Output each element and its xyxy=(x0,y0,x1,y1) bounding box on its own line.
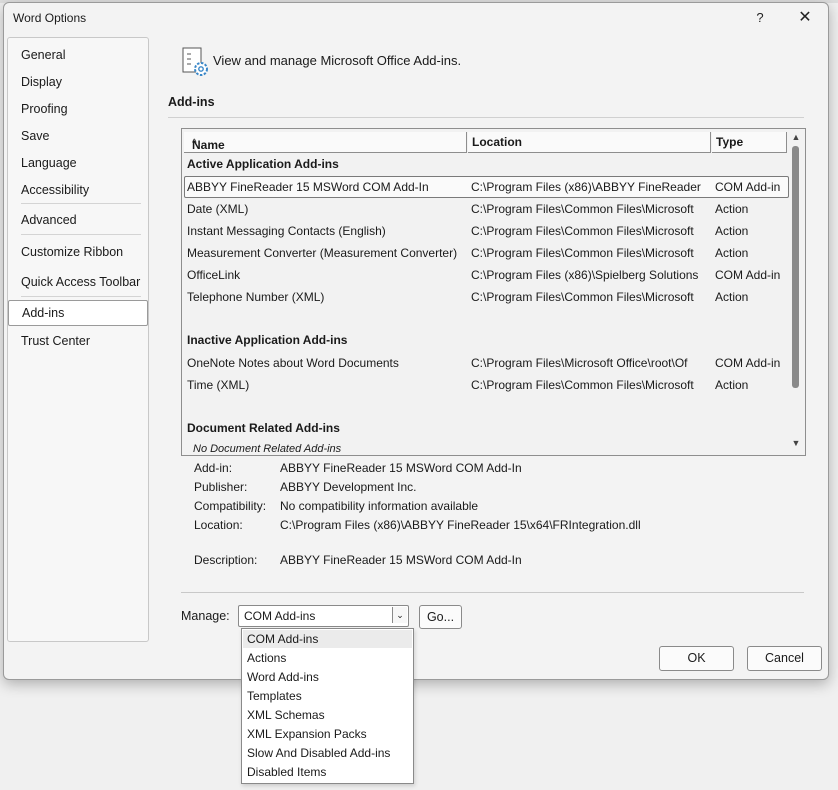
nav-item-language[interactable]: Language xyxy=(8,151,148,175)
manage-divider xyxy=(181,592,804,593)
cell-name: Measurement Converter (Measurement Conve… xyxy=(187,246,458,260)
cell-name: Telephone Number (XML) xyxy=(187,290,325,304)
table-scrollbar[interactable]: ▲ ▼ xyxy=(789,130,803,452)
nav-item-quick-access-toolbar[interactable]: Quick Access Toolbar xyxy=(8,270,148,294)
cell-location: C:\Program Files (x86)\Spielberg Solutio… xyxy=(471,268,699,282)
detail-publisher-label: Publisher: xyxy=(194,480,248,494)
nav-separator xyxy=(21,203,141,204)
cell-location: C:\Program Files\Common Files\Microsoft xyxy=(471,378,694,392)
table-row[interactable]: Instant Messaging Contacts (English) C:\… xyxy=(184,221,787,241)
cell-location: C:\Program Files\Common Files\Microsoft xyxy=(471,224,694,238)
cell-type: Action xyxy=(715,290,749,304)
detail-location-label: Location: xyxy=(194,518,243,532)
manage-option-disabled-items[interactable]: Disabled Items xyxy=(243,763,412,781)
group-header-document: Document Related Add-ins xyxy=(187,421,340,435)
cell-name: Date (XML) xyxy=(187,202,249,216)
cell-type: Action xyxy=(715,246,749,260)
cell-location: C:\Program Files\Common Files\Microsoft xyxy=(471,290,694,304)
cell-type: Action xyxy=(715,224,749,238)
page-header-text: View and manage Microsoft Office Add-ins… xyxy=(213,53,462,68)
nav-item-display[interactable]: Display xyxy=(8,70,148,94)
nav-item-general[interactable]: General xyxy=(8,43,148,67)
manage-option-xml-schemas[interactable]: XML Schemas xyxy=(243,706,412,724)
scrollbar-thumb[interactable] xyxy=(792,146,799,388)
table-row[interactable]: Telephone Number (XML) C:\Program Files\… xyxy=(184,287,787,307)
addins-table: Name ^ Location Type Active Application … xyxy=(181,128,806,456)
cell-type: Action xyxy=(715,378,749,392)
detail-compatibility-value: No compatibility information available xyxy=(280,499,479,513)
nav-separator xyxy=(21,234,141,235)
manage-option-slow-disabled[interactable]: Slow And Disabled Add-ins xyxy=(243,744,412,762)
cell-name: OneNote Notes about Word Documents xyxy=(187,356,399,370)
cell-type: Action xyxy=(715,202,749,216)
nav-item-advanced[interactable]: Advanced xyxy=(8,208,148,232)
section-divider xyxy=(168,117,804,118)
cell-location: C:\Program Files\Microsoft Office\root\O… xyxy=(471,356,688,370)
nav-item-save[interactable]: Save xyxy=(8,124,148,148)
chevron-down-icon[interactable]: ⌄ xyxy=(392,607,407,623)
nav-separator xyxy=(21,296,141,297)
manage-select-value: COM Add-ins xyxy=(244,609,316,623)
sort-ascending-icon: ^ xyxy=(192,138,197,149)
manage-option-templates[interactable]: Templates xyxy=(243,687,412,705)
column-header-name[interactable]: Name ^ xyxy=(184,132,467,153)
table-row[interactable]: OfficeLink C:\Program Files (x86)\Spielb… xyxy=(184,265,787,285)
empty-group-text: No Document Related Add-ins xyxy=(193,443,342,455)
nav-item-proofing[interactable]: Proofing xyxy=(8,97,148,121)
detail-location-value: C:\Program Files (x86)\ABBYY FineReader … xyxy=(280,518,641,532)
detail-addin-value: ABBYY FineReader 15 MSWord COM Add-In xyxy=(280,461,522,475)
table-row[interactable]: Measurement Converter (Measurement Conve… xyxy=(184,243,787,263)
manage-option-word-addins[interactable]: Word Add-ins xyxy=(243,668,412,686)
cell-name: Instant Messaging Contacts (English) xyxy=(187,224,386,238)
table-row[interactable]: Time (XML) C:\Program Files\Common Files… xyxy=(184,375,787,395)
detail-publisher-value: ABBYY Development Inc. xyxy=(280,480,417,494)
detail-compatibility-label: Compatibility: xyxy=(194,499,267,513)
cell-name: ABBYY FineReader 15 MSWord COM Add-In xyxy=(187,180,429,194)
nav-item-accessibility[interactable]: Accessibility xyxy=(8,178,148,202)
table-row[interactable]: OneNote Notes about Word Documents C:\Pr… xyxy=(184,353,787,373)
cell-name: OfficeLink xyxy=(187,268,241,282)
detail-addin-label: Add-in: xyxy=(194,461,233,475)
cell-location: C:\Program Files (x86)\ABBYY FineReader xyxy=(471,180,701,194)
group-header-active: Active Application Add-ins xyxy=(187,157,339,171)
column-header-location[interactable]: Location xyxy=(468,132,711,153)
cancel-button[interactable]: Cancel xyxy=(747,646,822,671)
cell-type: COM Add-in xyxy=(715,268,781,282)
cell-location: C:\Program Files\Common Files\Microsoft xyxy=(471,246,694,260)
detail-description-label: Description: xyxy=(194,553,258,567)
column-header-type[interactable]: Type xyxy=(712,132,787,153)
manage-dropdown-list: COM Add-ins Actions Word Add-ins Templat… xyxy=(241,628,414,784)
scroll-up-icon[interactable]: ▲ xyxy=(789,132,803,142)
table-row[interactable]: Date (XML) C:\Program Files\Common Files… xyxy=(184,199,787,219)
manage-option-xml-expansion-packs[interactable]: XML Expansion Packs xyxy=(243,725,412,743)
nav-item-customize-ribbon[interactable]: Customize Ribbon xyxy=(8,240,148,264)
manage-select[interactable]: COM Add-ins ⌄ xyxy=(238,605,409,627)
manage-option-actions[interactable]: Actions xyxy=(243,649,412,667)
nav-item-add-ins[interactable]: Add-ins xyxy=(8,300,148,326)
cell-type: COM Add-in xyxy=(715,180,781,194)
options-category-nav: General Display Proofing Save Language A… xyxy=(7,37,149,642)
section-title: Add-ins xyxy=(168,95,215,109)
detail-description-value: ABBYY FineReader 15 MSWord COM Add-In xyxy=(280,553,522,567)
cell-type: COM Add-in xyxy=(715,356,781,370)
manage-option-com-addins[interactable]: COM Add-ins xyxy=(243,630,412,648)
go-button[interactable]: Go... xyxy=(419,605,462,629)
cell-name: Time (XML) xyxy=(187,378,250,392)
help-button[interactable]: ? xyxy=(748,7,772,29)
ok-button[interactable]: OK xyxy=(659,646,734,671)
nav-item-trust-center[interactable]: Trust Center xyxy=(8,329,148,353)
addins-gear-icon xyxy=(182,47,208,76)
manage-label: Manage: xyxy=(181,609,230,623)
table-row-selected[interactable]: ABBYY FineReader 15 MSWord COM Add-In C:… xyxy=(184,176,789,198)
close-button[interactable]: ✕ xyxy=(793,7,817,29)
scroll-down-icon[interactable]: ▼ xyxy=(789,438,803,448)
group-header-inactive: Inactive Application Add-ins xyxy=(187,333,348,347)
dialog-title: Word Options xyxy=(13,11,87,25)
cell-location: C:\Program Files\Common Files\Microsoft xyxy=(471,202,694,216)
